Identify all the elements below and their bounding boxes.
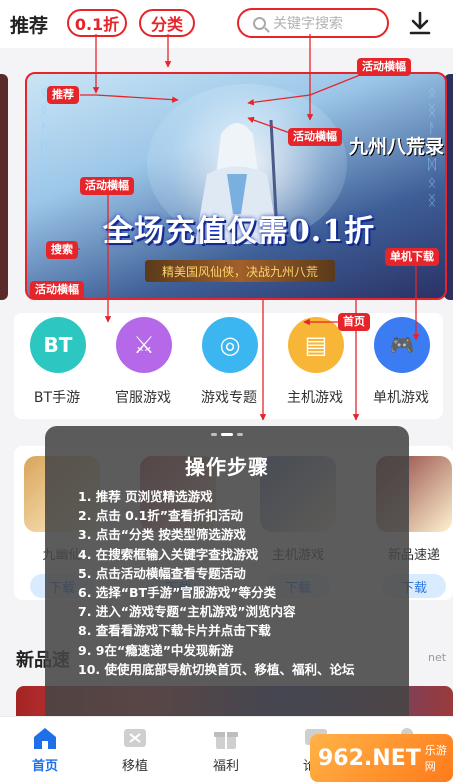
gamepad-icon: 🎮: [374, 317, 430, 373]
category-glyph: ▤: [304, 331, 328, 359]
nav-label: 福利: [212, 759, 239, 774]
annotation-banner-1: 活动横幅: [357, 58, 411, 76]
step-list: 1. 推荐 页浏览精选游戏 2. 点击 0.1折”查看折扣活动 3. 点击“分类 按…: [78, 487, 398, 679]
category-row: BT BT手游 ⚔ 官服游戏 ◎ 游戏专题 ▤ 主机游戏 🎮 单机游戏: [14, 313, 443, 419]
nav-item-home[interactable]: 首页: [0, 717, 90, 782]
step-item: 5. 点击活动横幅查看专题活动: [78, 565, 246, 581]
home-icon: [34, 728, 56, 749]
watermark-sub: 乐游网: [424, 744, 447, 773]
step-item: 8. 查看看游戏下载卡片并点击下载: [78, 623, 271, 639]
search-icon: [253, 16, 266, 30]
step-item: 3. 点击“分类 按类型筛选游戏: [78, 527, 246, 543]
step-item: 9. 9在“瘾速递”中发现新游: [78, 642, 234, 658]
category-glyph: 🎮: [389, 333, 415, 357]
download-icon[interactable]: [409, 11, 431, 35]
step-item: 4. 在搜索框输入关键字查找游戏: [78, 546, 259, 562]
section-more-link[interactable]: net: [428, 651, 446, 664]
step-item: 1. 推荐 页浏览精选游戏: [78, 489, 213, 504]
step-item: 2. 点击 0.1折”查看折扣活动: [78, 508, 244, 524]
annotation-single-download: 单机下载: [385, 248, 439, 266]
category-glyph: BT: [43, 333, 73, 357]
step-item: 10. 使使用底部导航切换首页、移植、福利、论坛: [78, 661, 355, 677]
annotation-search: 搜索: [46, 241, 78, 259]
site-watermark: 962.NET 乐游网: [310, 734, 453, 782]
category-label: 官服游戏: [115, 390, 171, 406]
annotation-home: 首页: [338, 313, 370, 331]
tab-category[interactable]: 分类: [139, 9, 195, 37]
disc-icon: ◎: [202, 317, 258, 373]
category-label: 单机游戏: [373, 390, 429, 406]
category-label: 主机游戏: [287, 390, 343, 406]
overlay-page-dots: [211, 433, 243, 436]
category-glyph: ⚔: [133, 331, 155, 359]
category-disc[interactable]: ◎ 游戏专题: [186, 313, 272, 419]
nav-label: 首页: [31, 759, 58, 774]
crossed-swords-icon: ⚔: [116, 317, 172, 373]
nav-label: 移植: [121, 759, 148, 774]
tab-discount[interactable]: 0.1折: [67, 9, 127, 37]
category-glyph: ◎: [219, 331, 241, 359]
overlay-title: 操作步骤: [185, 455, 269, 479]
step-item: 6. 选择“BT手游”官服游戏”等分类: [78, 584, 276, 600]
bt-icon: BT: [30, 317, 86, 373]
watermark-text: 962.NET: [318, 745, 421, 771]
nav-item-gift[interactable]: 福利: [181, 717, 271, 782]
banner-title: 全场充值仅需0.1折: [102, 214, 376, 249]
steps-overlay: 操作步骤 1. 推荐 页浏览精选游戏 2. 点击 0.1折”查看折扣活动 3. 点击…: [45, 426, 409, 732]
tab-recommend[interactable]: 推荐: [10, 11, 48, 38]
banner-subtitle: 精美国风仙侠，决战九州八荒: [145, 260, 335, 282]
gift-icon: [214, 732, 238, 749]
banner-prev-peek[interactable]: [0, 74, 8, 300]
annotation-banner-2: 活动横幅: [288, 128, 342, 146]
category-gamepad[interactable]: 🎮 单机游戏: [358, 313, 444, 419]
transplant-icon: [124, 729, 146, 747]
annotation-banner-4: 活动横幅: [30, 281, 84, 299]
search-placeholder: 关键字搜索: [273, 16, 343, 32]
annotation-recommend: 推荐: [47, 86, 79, 104]
step-item: 7. 进入“游戏专题“主机游戏”浏览内容: [78, 604, 296, 620]
top-bar: 推荐 0.1折 分类 关键字搜索: [0, 0, 453, 48]
category-bt[interactable]: BT BT手游: [14, 313, 100, 419]
category-crossed-swords[interactable]: ⚔ 官服游戏: [100, 313, 186, 419]
nav-item-transplant[interactable]: 移植: [90, 717, 180, 782]
category-label: 游戏专题: [201, 390, 257, 406]
search-input[interactable]: 关键字搜索: [237, 8, 389, 38]
category-label: BT手游: [33, 390, 81, 406]
banner-logo: 九州八荒录: [349, 136, 445, 158]
console-icon: ▤: [288, 317, 344, 373]
annotation-banner-3: 活动横幅: [80, 177, 134, 195]
